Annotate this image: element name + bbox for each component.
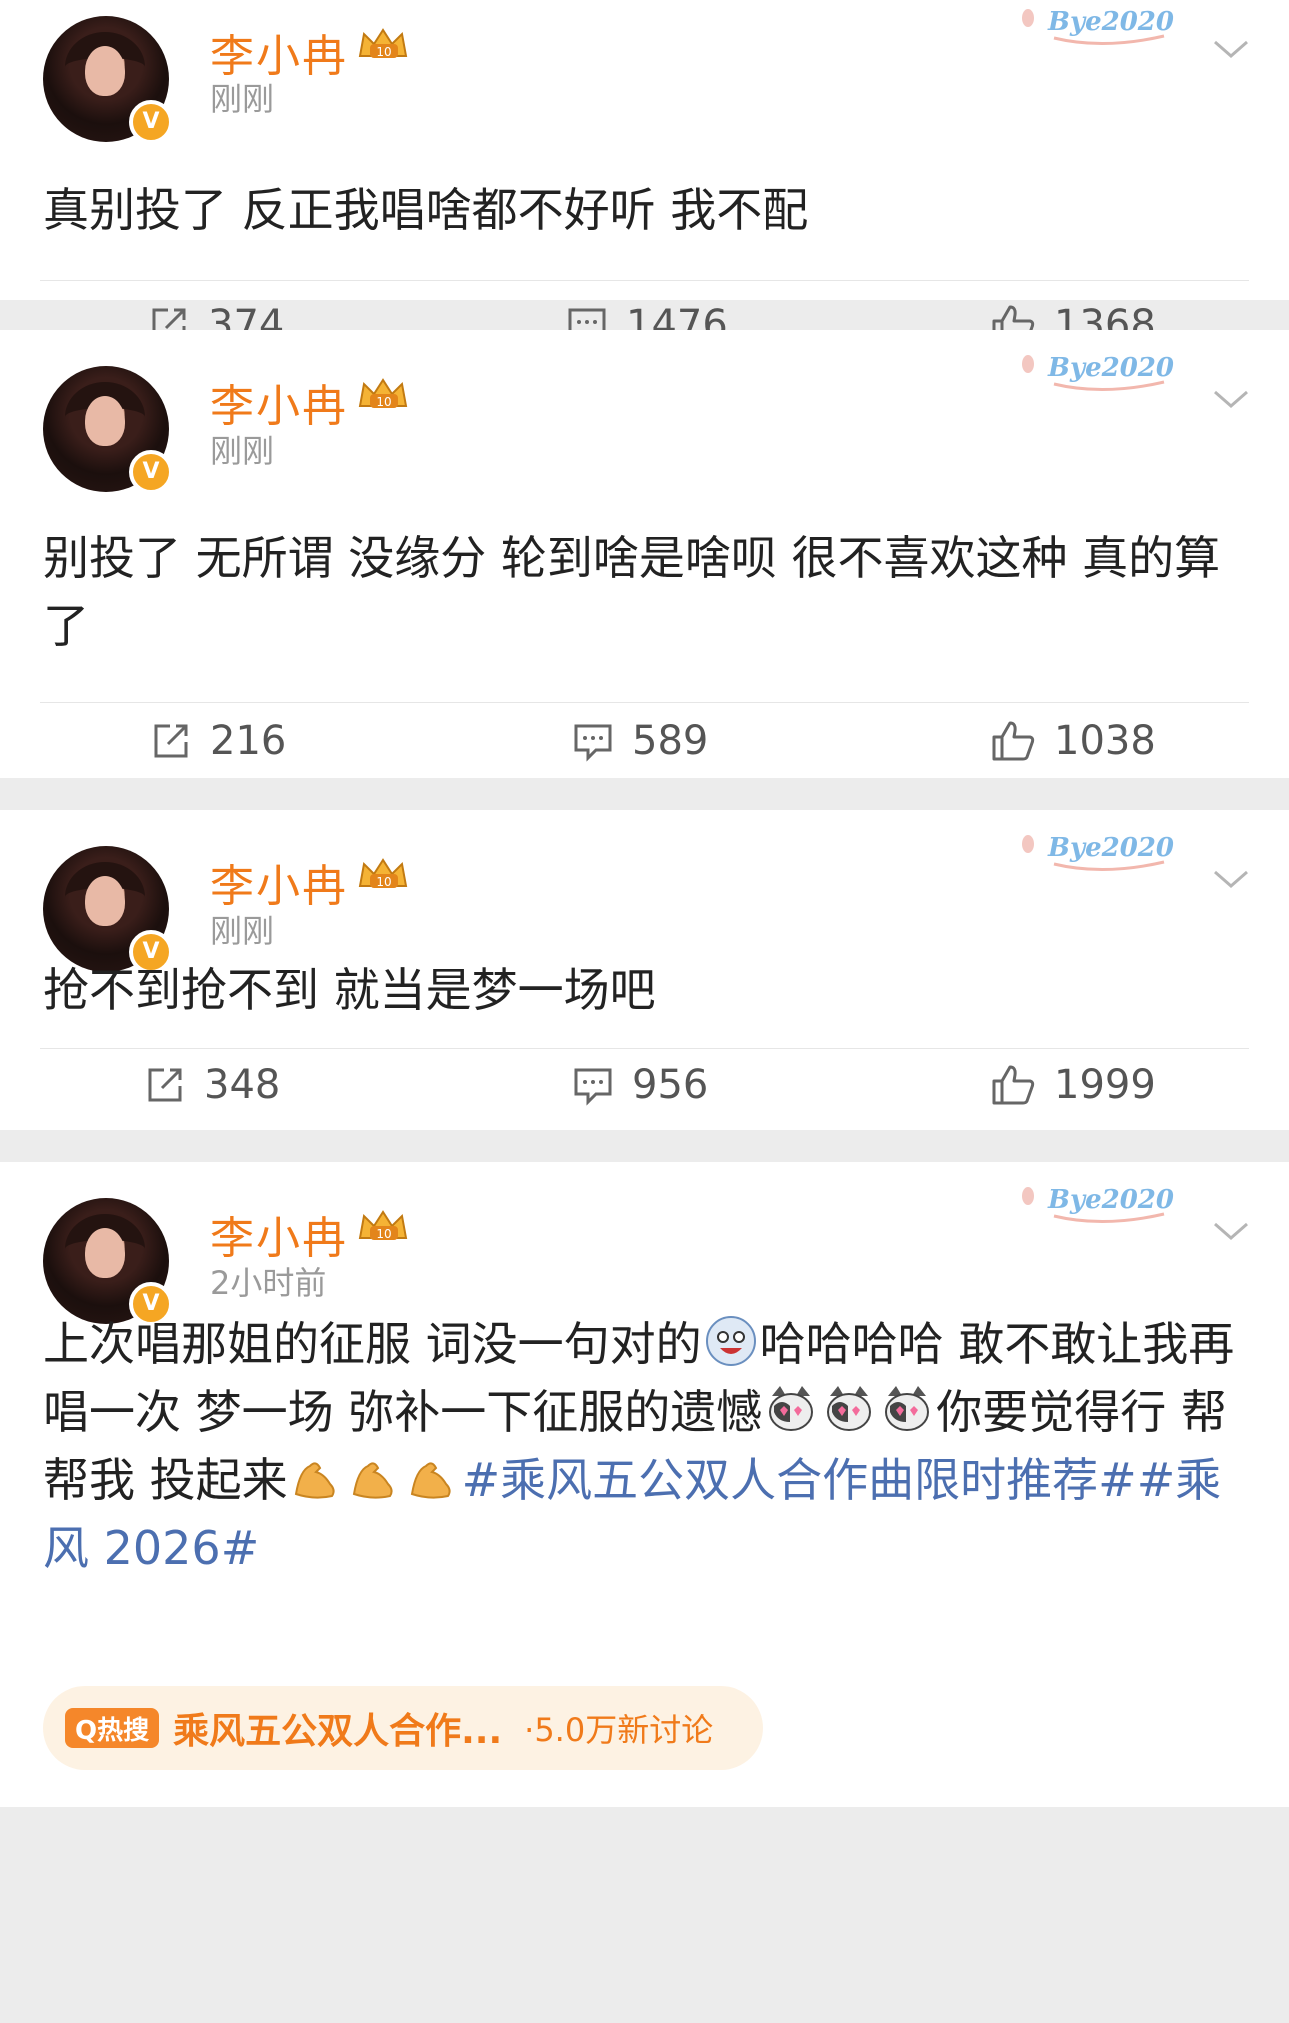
bye2020-badge: Bye2020 [1022, 353, 1174, 392]
repost-icon [154, 724, 188, 758]
svg-text:Bye2020: Bye2020 [1047, 833, 1174, 863]
hot-search-count: ·5.0万新讨论 [524, 1711, 714, 1749]
bye2020-badge: Bye2020 [1022, 7, 1174, 46]
hot-search-bar[interactable]: Q热搜 乘风五公双人合作... ·5.0万新讨论 [43, 1686, 763, 1770]
user-name[interactable]: 李小冉 [210, 370, 348, 434]
svg-text:10: 10 [376, 45, 391, 59]
bye2020-badge: Bye2020 [1022, 833, 1174, 872]
avatar[interactable]: V [43, 846, 173, 974]
crown-icon: 10 [358, 28, 408, 59]
user-name[interactable]: 李小冉 [210, 1202, 348, 1266]
like-button[interactable]: 1038 [990, 718, 1156, 764]
weibo-feed: V 李小冉 10 刚刚 Bye2020 真别投了 反正我唱啥都不好听 我不配 3… [0, 0, 1289, 1807]
hashtag-link[interactable]: #乘风五公双人合作曲限时推荐# [462, 1453, 1137, 1507]
repost-icon [148, 1068, 182, 1102]
post-card: V 李小冉 10 刚刚 Bye2020 抢不到抢不到 就当是梦一场吧 348 9… [0, 810, 1289, 1130]
post-text: 别投了 无所谓 没缘分 轮到啥是啥呗 很不喜欢这种 真的算了 [43, 531, 1221, 653]
svg-text:Bye2020: Bye2020 [1047, 1185, 1174, 1215]
svg-text:10: 10 [376, 395, 391, 409]
avatar[interactable]: V [43, 1198, 173, 1326]
post-time: 刚刚 [210, 912, 275, 950]
post-text: 真别投了 反正我唱啥都不好听 我不配 [43, 183, 809, 237]
flexed-bicep-emoji-icon [294, 1462, 335, 1499]
hot-search-title: 乘风五公双人合作... [173, 1711, 503, 1752]
post-time: 刚刚 [210, 80, 275, 118]
like-icon [992, 1065, 1035, 1105]
crown-icon: 10 [358, 378, 408, 409]
post-time: 刚刚 [210, 432, 275, 470]
laughing-dog-emoji-icon [705, 1316, 756, 1366]
post-time: 2小时前 [210, 1264, 327, 1302]
chevron-down-icon[interactable] [1211, 386, 1251, 410]
post-text: 抢不到抢不到 就当是梦一场吧 [43, 963, 656, 1017]
post-card: V 李小冉 10 刚刚 Bye2020 别投了 无所谓 没缘分 轮到啥是啥呗 很… [0, 330, 1289, 778]
svg-text:Bye2020: Bye2020 [1047, 7, 1174, 37]
like-button[interactable]: 1999 [990, 1062, 1156, 1108]
avatar[interactable]: V [43, 16, 173, 144]
flexed-bicep-emoji-icon [410, 1462, 451, 1499]
repost-button[interactable]: 216 [150, 718, 286, 764]
user-name[interactable]: 李小冉 [210, 850, 348, 914]
chevron-down-icon[interactable] [1211, 36, 1251, 60]
flexed-bicep-emoji-icon [352, 1462, 393, 1499]
avatar[interactable]: V [43, 366, 173, 494]
svg-text:10: 10 [376, 1227, 391, 1241]
comment-icon [574, 724, 612, 762]
bye2020-badge: Bye2020 [1022, 1185, 1174, 1224]
cat-heart-emoji-icon [769, 1386, 814, 1431]
divider [40, 702, 1249, 703]
cat-heart-emoji-icon [885, 1386, 930, 1431]
comment-icon [574, 1068, 612, 1106]
comment-button[interactable]: 956 [572, 1062, 708, 1108]
divider [40, 280, 1249, 281]
cat-heart-emoji-icon [827, 1386, 872, 1431]
divider [40, 1048, 1249, 1049]
svg-text:Bye2020: Bye2020 [1047, 353, 1174, 383]
verified-icon: V [129, 450, 173, 494]
svg-text:10: 10 [376, 875, 391, 889]
chevron-down-icon[interactable] [1211, 866, 1251, 890]
chevron-down-icon[interactable] [1211, 1218, 1251, 1242]
post-card: V 李小冉 10 刚刚 Bye2020 真别投了 反正我唱啥都不好听 我不配 3… [0, 0, 1289, 348]
verified-icon: V [129, 100, 173, 144]
post-card: V 李小冉 10 2小时前 Bye2020 上次唱那姐的征服 词没一句对的 哈哈… [0, 1162, 1289, 1807]
comment-button[interactable]: 589 [572, 718, 708, 764]
like-icon [992, 721, 1035, 761]
post-text: 上次唱那姐的征服 词没一句对的 哈哈哈哈 敢不敢让我再唱一次 梦一场 弥补一下征… [43, 1310, 1246, 1582]
crown-icon: 10 [358, 1210, 408, 1241]
hot-search-badge: Q热搜 [65, 1708, 160, 1748]
crown-icon: 10 [358, 858, 408, 889]
repost-button[interactable]: 348 [144, 1062, 280, 1108]
